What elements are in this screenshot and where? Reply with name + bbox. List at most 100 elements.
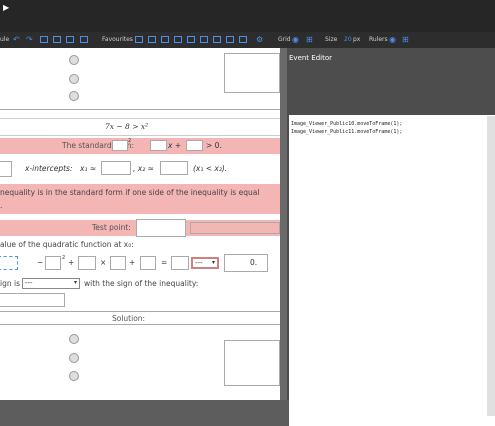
solution-label: Solution: [112,314,146,323]
expr-equals: = [161,258,168,267]
expr-plus-2: + [129,258,136,267]
expr-plus: + [68,258,75,267]
chevron-down-icon: ▾ [211,259,215,266]
compare-select[interactable]: --- ▾ [191,257,219,269]
toolbar: ule ↶ ↷ Favourites ⚙ Grid ◉ ⊞ Size 20 px… [0,32,495,48]
expr-tail-box[interactable] [224,254,268,272]
x-intercepts-label: x-intercepts: [25,164,73,173]
top-bar: ▶ [0,0,495,32]
expr-sup: 2 [62,255,66,261]
fav-radio-icon[interactable] [148,36,156,43]
test-point-extra-box[interactable] [190,222,280,234]
compare-select-value: --- [195,259,203,267]
sign-tail: with the sign of the inequality: [84,279,199,288]
toolbar-left-label: ule [0,36,10,43]
value-row: alue of the quadratic function at x₀: [0,238,280,252]
sign-row: ign is --- ▾ with the sign of the inequal… [0,276,280,292]
sf-sup: 2 [128,138,132,144]
chevron-down-icon: ▾ [73,279,77,286]
info-line-1: nequality is in the standard form if one… [0,188,260,197]
radio-group-top [0,48,280,110]
gear-icon[interactable]: ⚙ [256,35,263,44]
radio-option-6[interactable] [69,371,79,381]
code-line-1: Image_Viewer_Public10.moveToFrame(1); [291,121,403,127]
expr-times: × [100,258,107,267]
design-canvas[interactable]: 7x − 8 > x² The standard form: 2 x + > 0… [0,48,280,400]
inequality-text: 7x − 8 > x² [105,122,149,131]
fav-math-icon[interactable] [213,36,221,43]
x1-input[interactable] [101,161,131,175]
fav-shape-icon[interactable] [239,36,247,43]
redo-icon[interactable]: ↷ [26,35,33,44]
sign-label: ign is [0,279,20,288]
size-unit: px [353,36,361,43]
x2-input[interactable] [160,161,188,175]
size-label: Size [325,36,338,43]
distribute-icon[interactable] [80,36,88,43]
left-box[interactable] [0,161,12,177]
radio-option-5[interactable] [69,353,79,363]
grid-label: Grid [278,36,291,43]
value-label: alue of the quadratic function at x₀: [0,240,134,249]
code-line-2: Image_Viewer_Public11.moveToFrame(1); [291,129,403,135]
rulers-label: Rulers [369,36,388,43]
event-editor-scrollbar[interactable] [487,116,495,416]
coef-a-input[interactable] [112,140,128,151]
event-editor-title: Event Editor [289,54,332,62]
radio-option-4[interactable] [69,334,79,344]
ungroup-icon[interactable] [53,36,61,43]
grid-snap-icon[interactable]: ⊞ [306,35,313,44]
solution-row: Solution: [0,311,280,325]
info-line-2: . [0,201,3,210]
favourites-label: Favourites [102,36,133,43]
sf-tail: > 0. [206,141,222,150]
align-icon[interactable] [66,36,74,43]
expr-minus: − [37,258,44,267]
coef-b-input[interactable] [150,140,167,151]
inequality-row: 7x − 8 > x² [0,118,280,136]
selected-box[interactable] [0,256,18,270]
x1-label: x₁ ≈ [80,164,97,173]
size-value[interactable]: 20 [344,36,352,43]
sign-select-value: --- [25,279,33,287]
fav-image-icon[interactable] [187,36,195,43]
expr-input-2[interactable] [78,256,96,270]
undo-icon[interactable]: ↶ [13,35,20,44]
fav-table-icon[interactable] [200,36,208,43]
test-point-label: Test point: [92,223,131,232]
event-code-editor[interactable]: Image_Viewer_Public10.moveToFrame(1); Im… [289,115,495,426]
standard-form-row: The standard form: 2 x + > 0. [0,138,280,154]
fav-select-icon[interactable] [226,36,234,43]
fav-input-icon[interactable] [174,36,182,43]
answer-input[interactable] [0,293,65,307]
rulers-visibility-icon[interactable]: ◉ [389,35,396,44]
x-intercepts-row: x-intercepts: x₁ ≈ , x₂ ≈ (x₁ < x₂). [0,158,280,180]
rulers-snap-icon[interactable]: ⊞ [402,35,409,44]
x2-label: , x₂ ≈ [133,164,154,173]
expr-input-4[interactable] [140,256,156,270]
image-placeholder-bottom[interactable] [224,340,280,386]
play-icon[interactable]: ▶ [3,3,9,12]
sign-select[interactable]: --- ▾ [22,278,80,289]
expression-row: − 2 + × + = --- ▾ 0. [0,254,280,274]
answer-row [0,292,280,310]
coef-c-input[interactable] [186,140,203,151]
radio-option-2[interactable] [69,74,79,84]
radio-option-1[interactable] [69,55,79,65]
image-placeholder-top[interactable] [224,53,280,93]
expr-input-3[interactable] [110,256,126,270]
expr-input-1[interactable] [45,256,61,270]
radio-option-3[interactable] [69,91,79,101]
group-icon[interactable] [40,36,48,43]
expr-result-input[interactable] [171,256,189,270]
test-point-input[interactable] [136,219,186,237]
sf-x: x + [168,141,182,150]
fav-button-icon[interactable] [135,36,143,43]
expr-zero: 0. [250,258,258,267]
canvas-scrollbar[interactable] [280,48,287,400]
grid-visibility-icon[interactable]: ◉ [292,35,299,44]
x-order-condition: (x₁ < x₂). [193,164,228,173]
test-point-row: Test point: [0,219,280,237]
info-panel: nequality is in the standard form if one… [0,184,280,214]
fav-text-icon[interactable] [161,36,169,43]
